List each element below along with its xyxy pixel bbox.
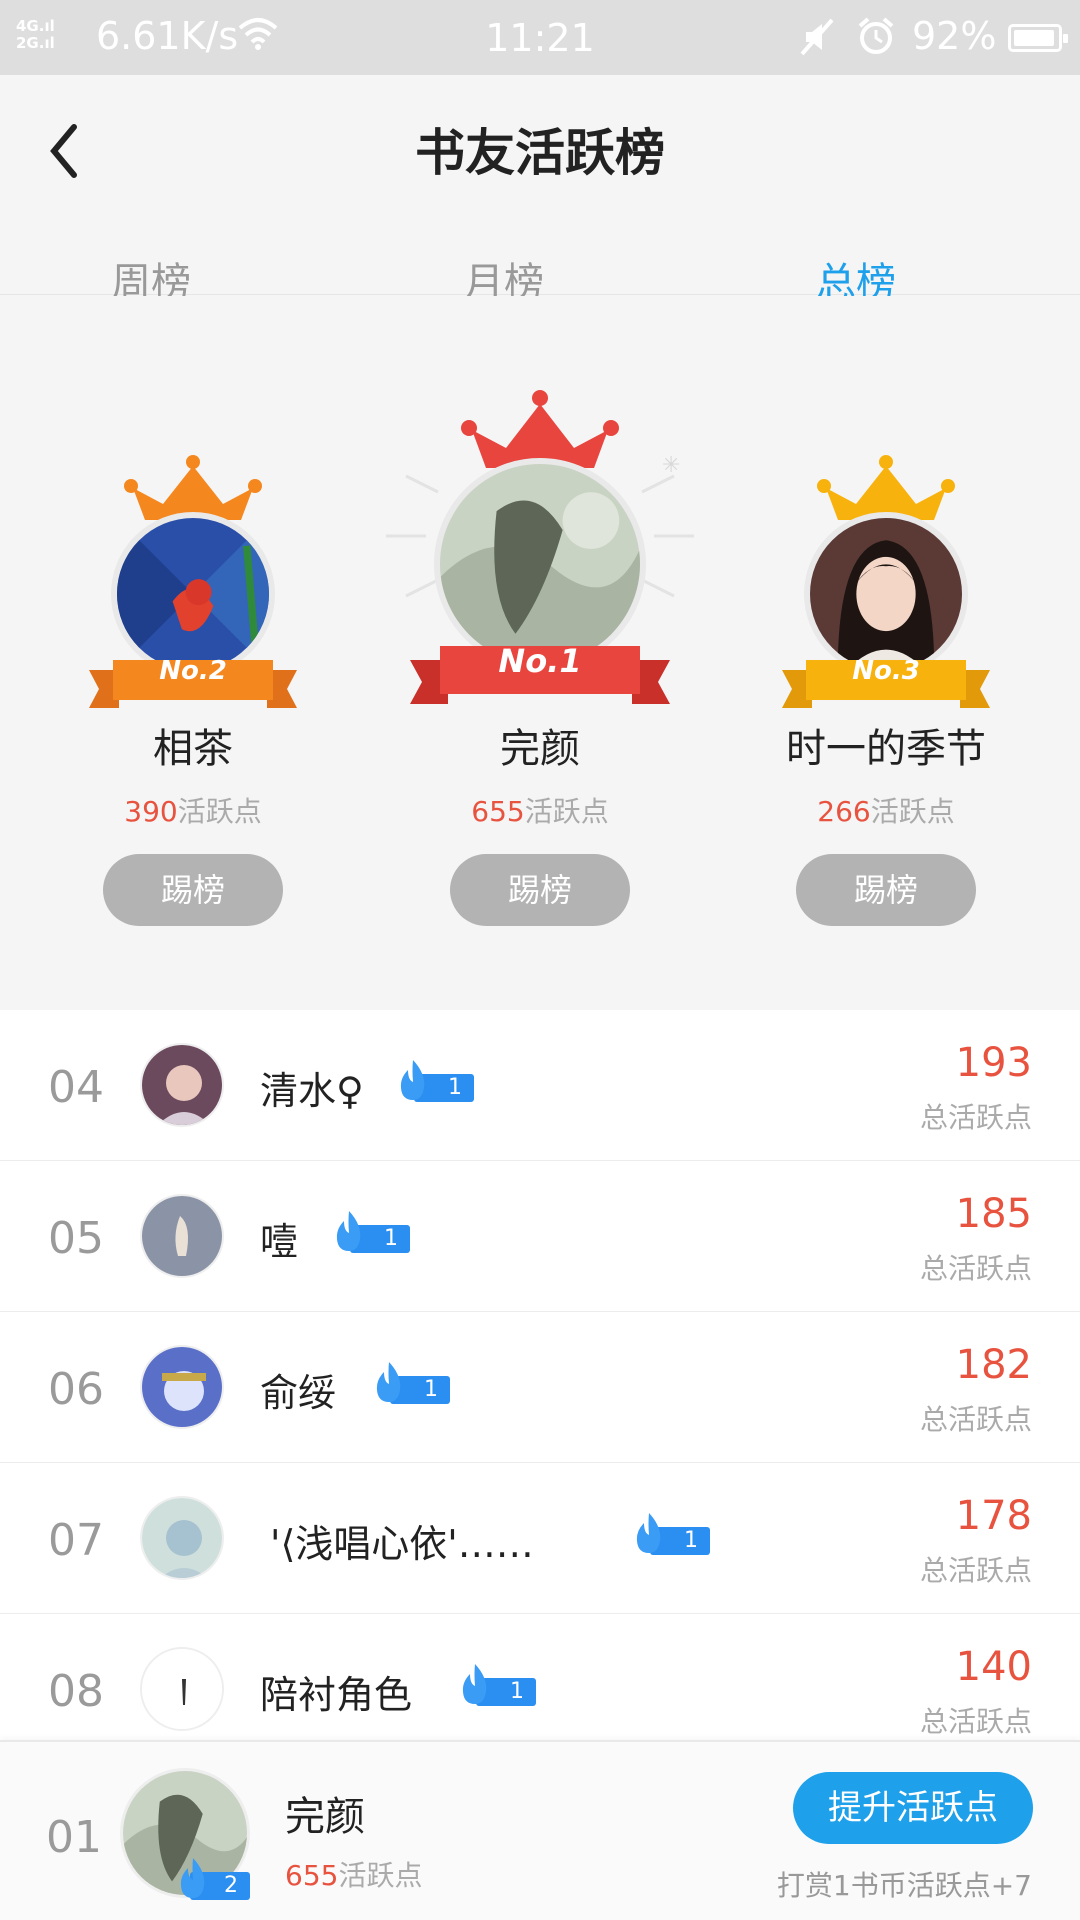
user-name: 俞绥 [260,1371,337,1415]
rank-number: 07 [48,1515,104,1566]
list-item[interactable]: 05 噎 1 185 总活跃点 [0,1161,1080,1312]
user-name: 噎 [260,1220,299,1264]
flame-icon [400,1060,425,1100]
podium-points: 655活跃点 [471,795,609,828]
avatar[interactable] [140,1194,224,1278]
alarm-icon [858,17,894,54]
top-three-podium: No.2 相茶 390活跃点 踢榜 ✳ No.1 完颜 655活跃点 踢榜 No… [0,296,1080,986]
podium-name: 时一的季节 [786,726,986,772]
avatar-image [117,518,269,670]
boost-hint: 打赏1书币活跃点+7 [776,1869,1032,1902]
rank-number: 05 [48,1213,104,1264]
flame-icon [376,1362,401,1402]
my-rank-bar: 01 2 完颜 655活跃点 提升活跃点 打赏1书币活跃点+7 [0,1740,1080,1920]
podium-third[interactable]: No.3 时一的季节 266活跃点 踢榜 [736,296,1036,936]
points-value: 185 [955,1191,1032,1237]
avatar-image [810,518,962,670]
header: 书友活跃榜 周榜 月榜 总榜 [0,75,1080,339]
my-name: 完颜 [285,1794,365,1840]
rank-number: 04 [48,1062,104,1113]
level-badge: 1 [396,1060,474,1102]
status-bar: 4G.ıl 2G.ıl 6.61K/s 11:21 92% [0,0,1080,75]
user-name: '⟨浅唱心依'…… [270,1522,534,1566]
svg-text:✳: ✳ [662,453,680,478]
my-level-badge: 2 [176,1858,250,1900]
points-label: 总活跃点 [919,1252,1032,1285]
avatar[interactable] [140,1496,224,1580]
kick-button[interactable]: 踢榜 [450,854,630,926]
user-name: 清水♀ [260,1069,364,1113]
rank-number: 08 [48,1666,104,1717]
flame-icon [180,1858,205,1898]
points-value: 182 [955,1342,1032,1388]
podium-first[interactable]: ✳ No.1 完颜 655活跃点 踢榜 [386,296,694,936]
points-label: 总活跃点 [919,1554,1032,1587]
my-points: 655活跃点 [285,1859,423,1892]
avatar[interactable] [140,1043,224,1127]
flame-icon [336,1211,361,1251]
level-badge: 1 [632,1513,710,1555]
rank-label: No.2 [159,656,227,686]
battery-icon [1008,24,1068,52]
mute-icon [800,18,834,56]
kick-button[interactable]: 踢榜 [796,854,976,926]
podium-second[interactable]: No.2 相茶 390活跃点 踢榜 [43,296,343,936]
podium-name: 完颜 [500,726,580,772]
rank-list: 04 清水♀ 1 193 总活跃点 05 噎 1 185 总活跃点 06 俞绥 … [0,1010,1080,1765]
avatar[interactable] [140,1345,224,1429]
avatar[interactable] [140,1647,224,1731]
points-label: 总活跃点 [919,1101,1032,1134]
podium-name: 相茶 [153,726,233,772]
flame-icon [636,1513,661,1553]
list-item[interactable]: 07 '⟨浅唱心依'…… 1 178 总活跃点 [0,1463,1080,1614]
flame-icon [462,1664,487,1704]
points-label: 总活跃点 [919,1705,1032,1738]
list-item[interactable]: 04 清水♀ 1 193 总活跃点 [0,1010,1080,1161]
podium-points: 390活跃点 [124,795,262,828]
user-name: 陪衬角色 [260,1673,413,1717]
my-rank-number: 01 [46,1812,102,1863]
level-badge: 1 [458,1664,536,1706]
level-badge: 1 [332,1211,410,1253]
list-item[interactable]: 06 俞绥 1 182 总活跃点 [0,1312,1080,1463]
level-badge: 1 [372,1362,450,1404]
points-value: 140 [955,1644,1032,1690]
boost-activity-button[interactable]: 提升活跃点 [793,1772,1033,1844]
avatar-image [440,464,640,664]
rank-label: No.3 [852,656,920,686]
kick-button[interactable]: 踢榜 [103,854,283,926]
points-value: 193 [955,1040,1032,1086]
rank-label: No.1 [498,642,582,680]
podium-points: 266活跃点 [817,795,955,828]
battery-percent: 92% [912,14,997,58]
points-value: 178 [955,1493,1032,1539]
page-title: 书友活跃榜 [415,124,665,182]
points-label: 总活跃点 [919,1403,1032,1436]
rank-number: 06 [48,1364,104,1415]
